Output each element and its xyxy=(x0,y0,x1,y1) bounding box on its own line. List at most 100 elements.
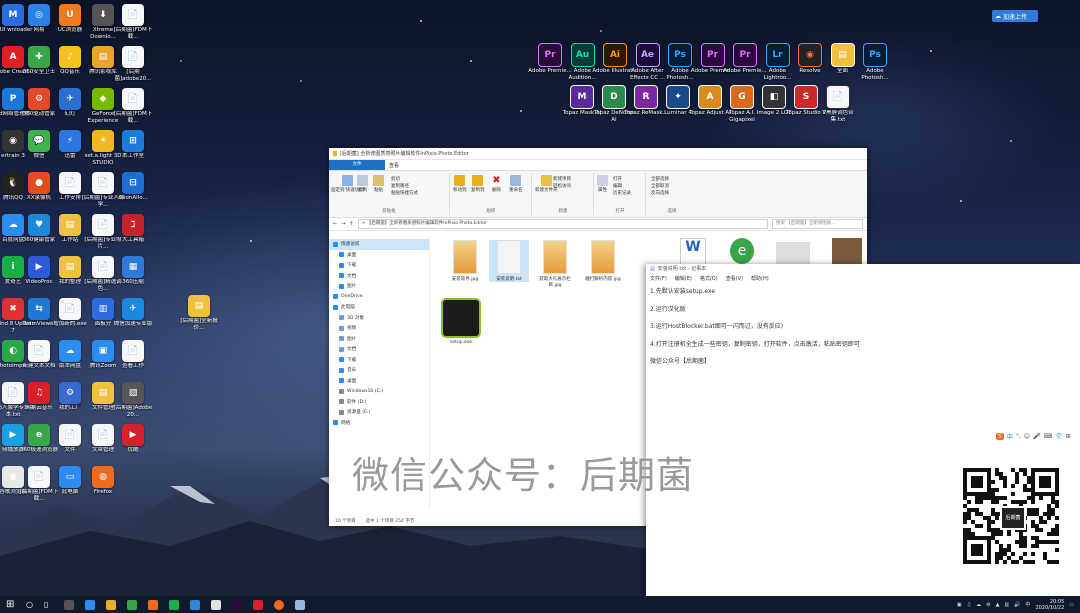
app-icon: ◉ xyxy=(798,43,822,67)
tray-icon[interactable]: ▣ xyxy=(957,602,962,608)
edit-button[interactable]: 编辑 xyxy=(613,183,631,190)
desktop-icon[interactable]: ℷ 大工具箱 xyxy=(110,214,156,244)
task-view-icon[interactable]: ▯ xyxy=(44,600,54,610)
tray-icon[interactable]: ▲ xyxy=(996,602,1000,608)
desktop-icon[interactable]: 📄 [后期菌]adobe20... xyxy=(110,46,156,82)
paste-button[interactable]: 粘贴 xyxy=(373,175,384,193)
volume-icon[interactable]: 🔊 xyxy=(1014,602,1020,608)
desktop-icon-folder[interactable]: ▤ [后期菌]全新报价... xyxy=(176,295,222,331)
nav-item[interactable]: 视频 xyxy=(329,323,429,334)
history-button[interactable]: 历史记录 xyxy=(613,190,631,197)
nav-item[interactable]: 文档 xyxy=(329,271,429,282)
desktop-icon[interactable]: ✈ 微信加速专业版 xyxy=(110,298,156,328)
notepad-menu-item[interactable]: 查看(V) xyxy=(726,275,743,282)
nav-item[interactable]: 3D 对象 xyxy=(329,313,429,324)
notepad-menu-item[interactable]: 文件(F) xyxy=(650,275,667,282)
desktop-icon[interactable]: 📄 [后期菌]FDM下载... xyxy=(110,4,156,40)
search-icon[interactable]: ○ xyxy=(26,600,36,610)
taskbar-app-icon[interactable] xyxy=(84,599,95,610)
desktop-icon[interactable]: ◍ Firefox xyxy=(80,466,126,496)
file-item[interactable]: 安装软件.jpg xyxy=(445,240,485,282)
ime-toolbar[interactable]: S 中 °, ☺ 🎤 ⌨ 👕 ⊞ xyxy=(996,431,1080,441)
clock[interactable]: 20:05 2020/10/22 xyxy=(1035,599,1064,611)
nav-item-icon xyxy=(339,357,344,363)
nav-item-label: 视频 xyxy=(347,326,357,332)
rename-button[interactable]: 重命名 xyxy=(509,175,523,193)
desktop-icon[interactable]: ▧ [后期菌]Adobe 20... xyxy=(110,382,156,418)
watermark-text: 微信公众号：后期菌 xyxy=(352,454,694,497)
nav-item[interactable]: 桌面 xyxy=(329,376,429,387)
qr-module xyxy=(1023,500,1027,504)
nav-item[interactable]: 下载 xyxy=(329,355,429,366)
qr-finder xyxy=(1039,476,1051,488)
tray-icon[interactable]: ⚙ xyxy=(986,602,990,608)
address-bar[interactable]: > 【后期菌】全新修图质感照片编辑软件InPixio.Photo.Editor xyxy=(357,219,768,229)
delete-button[interactable]: ✖ 删除 xyxy=(491,175,502,193)
desktop-icon[interactable]: 📄 V黑屏调色合集.txt xyxy=(815,85,861,123)
forward-arrow-icon[interactable]: → xyxy=(341,221,345,227)
tray-icon[interactable]: ♫ xyxy=(967,602,971,608)
taskbar-notepad-icon[interactable] xyxy=(294,599,305,610)
file-item[interactable]: 安装说明.txt xyxy=(489,240,529,282)
up-arrow-icon[interactable]: ↑ xyxy=(349,221,353,227)
notification-icon[interactable]: ▭ xyxy=(1069,602,1074,608)
nav-item[interactable]: 快速访问 xyxy=(329,239,429,250)
desktop-icon[interactable]: Ps Adobe Photosh... xyxy=(852,43,898,81)
desktop-icon[interactable]: 📄 [后期菌]FDM下载... xyxy=(110,88,156,124)
windows-start-icon[interactable]: ⊞ xyxy=(6,599,18,611)
taskbar-folder-icon[interactable] xyxy=(105,599,116,610)
cloud-upload-button[interactable]: ☁ 加速上传 xyxy=(992,10,1038,22)
file-item[interactable]: 获取大礼展示栏目.jpg xyxy=(535,240,575,288)
search-box[interactable]: 搜索'【后期菌】全新修图质... xyxy=(772,219,863,229)
nav-item[interactable]: 下载 xyxy=(329,260,429,271)
nav-item[interactable]: OneDrive xyxy=(329,292,429,303)
notepad-menu-item[interactable]: 格式(O) xyxy=(700,275,718,282)
taskbar-app-icon[interactable] xyxy=(126,599,137,610)
paste-shortcut-button[interactable]: 粘贴快捷方式 xyxy=(391,190,418,197)
nav-item[interactable]: 文档 xyxy=(329,344,429,355)
tray-icon[interactable]: ☁ xyxy=(976,602,981,608)
taskbar-app-icon[interactable] xyxy=(147,599,158,610)
copy-path-button[interactable]: 复制路径 xyxy=(391,183,418,190)
notepad-menu-item[interactable]: 帮助(H) xyxy=(751,275,769,282)
invert-selection-button[interactable]: 反向选择 xyxy=(651,190,669,197)
nav-item[interactable]: 桌面 xyxy=(329,250,429,261)
easy-access-button[interactable]: 轻松访问 xyxy=(553,183,571,190)
desktop-icon[interactable]: ⊞ 本工作室 xyxy=(110,130,156,160)
properties-button[interactable]: 属性 xyxy=(597,175,608,193)
copy-button[interactable]: 复制 xyxy=(357,175,368,193)
desktop-icon[interactable]: ⊟ ssionAllo... xyxy=(110,172,156,202)
network-icon[interactable]: ▥ xyxy=(1004,602,1009,608)
notepad-menu-item[interactable]: 编辑(E) xyxy=(675,275,692,282)
copy-to-button[interactable]: 复制到 xyxy=(471,175,485,193)
back-arrow-icon[interactable]: ← xyxy=(333,221,337,227)
taskbar-app-icon[interactable] xyxy=(63,599,74,610)
cut-button[interactable]: 剪切 xyxy=(391,176,418,183)
move-to-button[interactable]: 移动到 xyxy=(453,175,467,193)
open-button[interactable]: 打开 xyxy=(613,176,631,183)
tab-file[interactable]: 文件 xyxy=(329,160,385,170)
taskbar-app-icon[interactable] xyxy=(168,599,179,610)
file-item[interactable]: setup.exe xyxy=(441,298,481,345)
taskbar-chrome-icon[interactable] xyxy=(210,599,221,610)
taskbar-app-icon[interactable] xyxy=(189,599,200,610)
ime-tray-icon[interactable]: 中 xyxy=(1025,601,1030,608)
nav-item[interactable]: 图片 xyxy=(329,334,429,345)
taskbar-firefox-icon[interactable] xyxy=(273,599,284,610)
nav-item[interactable]: 图片 xyxy=(329,281,429,292)
desktop-icon[interactable]: 📄 查看工作 xyxy=(110,340,156,370)
select-all-button[interactable]: 全部选择 xyxy=(651,176,669,183)
desktop-icon[interactable]: ▦ 360压缩 xyxy=(110,256,156,286)
nav-item[interactable]: 音乐 xyxy=(329,365,429,376)
taskbar-premiere-icon[interactable] xyxy=(231,599,242,610)
desktop-icon[interactable]: ▶ 优酷 xyxy=(110,424,156,454)
nav-item[interactable]: Windows10 (C:) xyxy=(329,386,429,397)
file-item[interactable]: 趣打解析内容.jpg xyxy=(583,240,623,282)
nav-item[interactable]: 网络 xyxy=(329,418,429,429)
new-item-button[interactable]: 新建项目 xyxy=(553,176,571,183)
nav-item[interactable]: 软件 (D:) xyxy=(329,397,429,408)
nav-item[interactable]: 资源盘 (E:) xyxy=(329,407,429,418)
select-none-button[interactable]: 全部取消 xyxy=(651,183,669,190)
taskbar-app-icon[interactable] xyxy=(252,599,263,610)
nav-item[interactable]: 此电脑 xyxy=(329,302,429,313)
